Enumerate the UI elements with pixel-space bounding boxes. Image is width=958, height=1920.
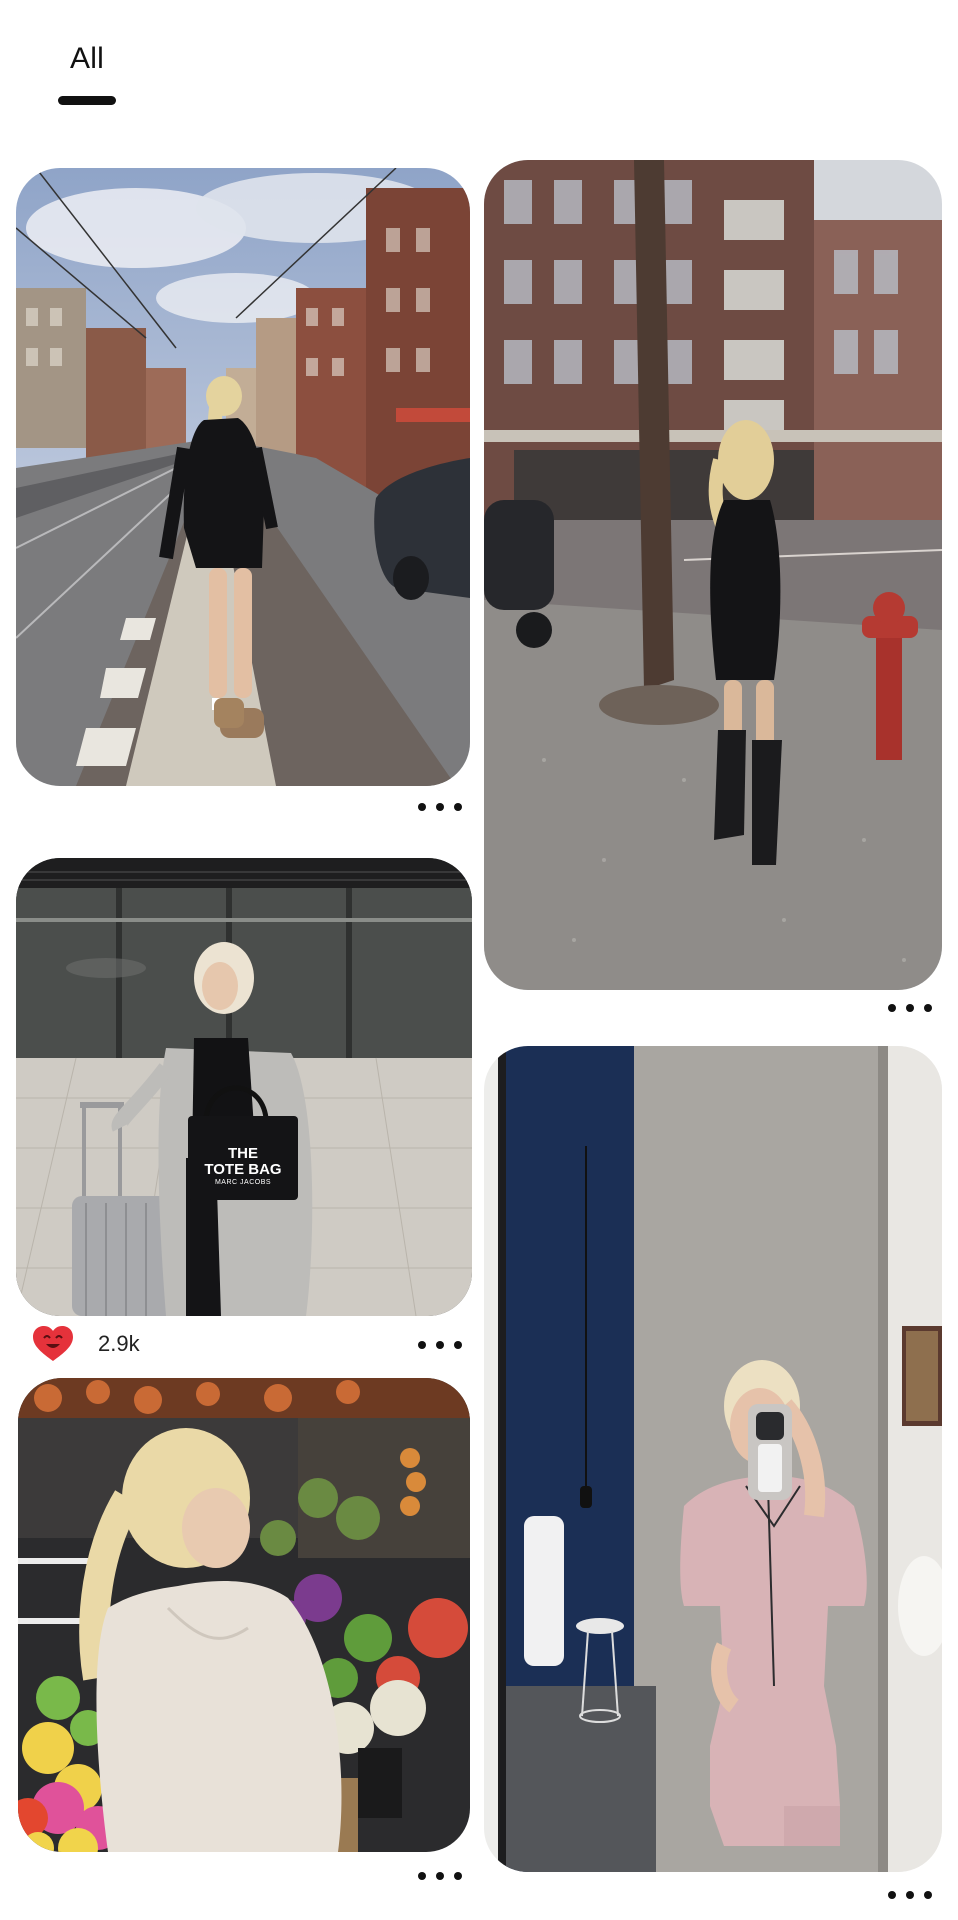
tab-all[interactable]: All: [58, 36, 118, 106]
pin-image-station-tote[interactable]: THE TOTE BAG MARC JACOBS: [16, 858, 472, 1316]
more-button[interactable]: [888, 998, 932, 1018]
flower-market-photo: [18, 1378, 470, 1852]
heart-face-icon: [33, 1326, 73, 1361]
reaction-count: 2.9k: [98, 1331, 140, 1356]
street-tram-photo: [16, 168, 470, 786]
more-button[interactable]: [888, 1885, 932, 1905]
tote-bag-line-1: THE: [228, 1145, 258, 1162]
tote-bag-text: THE TOTE BAG MARC JACOBS: [188, 1146, 298, 1188]
more-dots-icon: [418, 1341, 426, 1349]
more-dots-icon: [888, 1891, 896, 1899]
pin-image-street-tram[interactable]: [16, 168, 470, 786]
tab-active-indicator: [58, 96, 116, 105]
mirror-selfie-photo: [484, 1046, 942, 1872]
more-dots-icon: [888, 1004, 896, 1012]
pin-image-corner-street[interactable]: [484, 160, 942, 990]
more-dots-icon: [418, 803, 426, 811]
tote-bag-line-3: MARC JACOBS: [214, 1179, 272, 1186]
pin-image-mirror-selfie[interactable]: [484, 1046, 942, 1872]
reaction-summary[interactable]: 2.9k: [32, 1324, 140, 1364]
tote-bag-line-2: TOTE BAG: [204, 1161, 282, 1178]
more-button[interactable]: [418, 1866, 462, 1886]
more-dots-icon: [418, 1872, 426, 1880]
tab-all-label: All: [70, 42, 104, 75]
more-button[interactable]: [418, 797, 462, 817]
station-tote-photo: [16, 858, 472, 1316]
pin-image-flower-market[interactable]: [18, 1378, 470, 1852]
more-button[interactable]: [418, 1335, 462, 1355]
corner-street-photo: [484, 160, 942, 990]
